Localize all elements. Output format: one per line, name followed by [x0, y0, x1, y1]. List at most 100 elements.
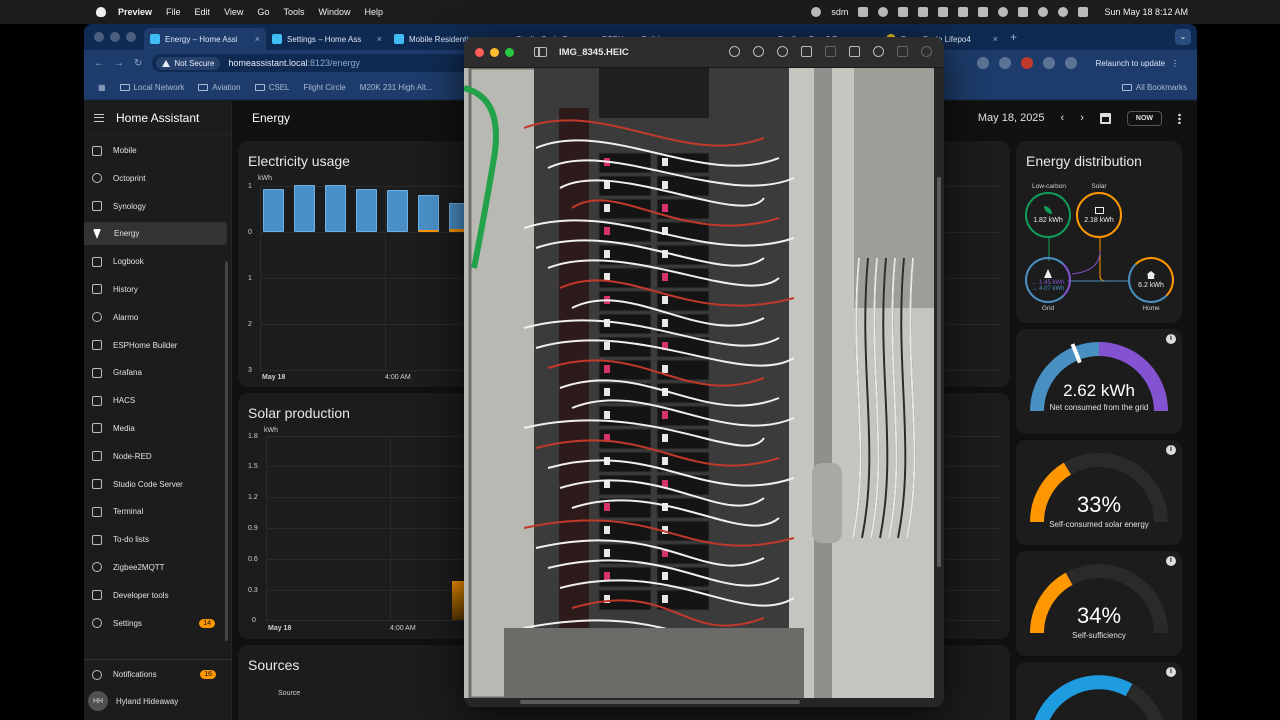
- menu-clock[interactable]: Sun May 18 8:12 AM: [1104, 7, 1188, 17]
- sidebar-item-synology[interactable]: Synology: [84, 195, 227, 218]
- minimize-window-button[interactable]: [490, 47, 499, 57]
- new-tab-button[interactable]: +: [1010, 30, 1017, 44]
- control-center-icon[interactable]: [1078, 7, 1089, 17]
- share-icon[interactable]: [801, 46, 812, 57]
- sidebar-item-to-do-lists[interactable]: To-do lists: [84, 528, 227, 551]
- low-carbon-node[interactable]: 1.82 kWh: [1025, 192, 1071, 238]
- sidebar-item-media[interactable]: Media: [84, 417, 227, 440]
- preview-horizontal-scrollbar[interactable]: [520, 700, 800, 704]
- tray-icon[interactable]: [898, 7, 909, 17]
- zoom-out-icon[interactable]: [753, 46, 764, 57]
- menu-go[interactable]: Go: [257, 7, 269, 17]
- forward-arrow-icon[interactable]: →: [114, 58, 124, 69]
- tray-icon[interactable]: [938, 7, 949, 17]
- relaunch-to-update-button[interactable]: Relaunch to update ⋮: [1088, 54, 1187, 72]
- sidebar-item-zigbee2mqtt[interactable]: Zigbee2MQTT: [84, 556, 227, 579]
- home-node[interactable]: 6.2 kWh: [1128, 257, 1174, 303]
- record-icon[interactable]: [811, 7, 822, 17]
- rotate-icon[interactable]: [849, 46, 860, 57]
- zoom-in-icon[interactable]: [777, 46, 788, 57]
- zoom-window-button[interactable]: [505, 47, 514, 57]
- tray-icon[interactable]: [918, 7, 929, 17]
- extension-icon[interactable]: [977, 57, 989, 69]
- preview-vertical-scrollbar[interactable]: [937, 177, 941, 567]
- chevron-left-icon[interactable]: ‹: [1061, 112, 1065, 124]
- bookmark-m20k[interactable]: M20K 231 High Alt...: [360, 83, 433, 92]
- apple-menu-icon[interactable]: [96, 7, 106, 17]
- wifi-icon[interactable]: [1038, 7, 1049, 17]
- tray-text[interactable]: sdm: [831, 7, 848, 17]
- tab-settings[interactable]: Settings – Home Ass ×: [266, 28, 388, 50]
- tray-icon[interactable]: [958, 7, 969, 17]
- close-window-button[interactable]: [475, 47, 484, 57]
- sidebar-item-octoprint[interactable]: Octoprint: [84, 167, 227, 190]
- address-bar[interactable]: Not Secure homeassistant.local:8123/ener…: [152, 54, 513, 72]
- bookmark-flight-circle[interactable]: Flight Circle: [303, 83, 345, 92]
- spotlight-search-icon[interactable]: [1058, 7, 1069, 17]
- close-window-button[interactable]: [94, 32, 104, 42]
- sidebar-item-mobile[interactable]: Mobile: [84, 139, 227, 162]
- menu-view[interactable]: View: [224, 7, 243, 17]
- sidebar-toggle-icon[interactable]: [534, 47, 547, 57]
- solar-node[interactable]: 2.18 kWh: [1076, 192, 1122, 238]
- zoom-window-button[interactable]: [126, 32, 136, 42]
- markup-icon[interactable]: [873, 46, 884, 57]
- close-tab-icon[interactable]: ×: [377, 34, 382, 44]
- usage-bar[interactable]: [356, 189, 377, 232]
- bookmark-aviation[interactable]: Aviation: [198, 83, 241, 92]
- security-chip[interactable]: Not Secure: [156, 56, 221, 70]
- menu-edit[interactable]: Edit: [195, 7, 211, 17]
- menu-tools[interactable]: Tools: [283, 7, 304, 17]
- now-button[interactable]: NOW: [1126, 110, 1162, 126]
- usage-bar[interactable]: [325, 185, 346, 232]
- menu-file[interactable]: File: [166, 7, 181, 17]
- solar-bar[interactable]: [452, 581, 464, 620]
- overflow-menu-icon[interactable]: [1178, 112, 1181, 124]
- info-icon[interactable]: [729, 46, 740, 57]
- usage-bar[interactable]: [387, 190, 408, 232]
- tray-icon[interactable]: [858, 7, 869, 17]
- apps-grid-icon[interactable]: ▦: [98, 83, 106, 92]
- sidebar-item-energy[interactable]: Energy: [84, 222, 227, 246]
- sidebar-item-logbook[interactable]: Logbook: [84, 250, 227, 273]
- date-label[interactable]: May 18, 2025: [978, 112, 1045, 124]
- sidebar-item-grafana[interactable]: Grafana: [84, 361, 227, 384]
- calendar-icon[interactable]: [1099, 112, 1111, 124]
- url-text[interactable]: homeassistant.local:8123/energy: [228, 58, 360, 68]
- menu-window[interactable]: Window: [318, 7, 350, 17]
- sidebar-item-esphome-builder[interactable]: ESPHome Builder: [84, 334, 227, 357]
- sidebar-scrollbar[interactable]: [225, 261, 228, 641]
- sidebar-item-node-red[interactable]: Node-RED: [84, 445, 227, 468]
- minimize-window-button[interactable]: [110, 32, 120, 42]
- extension-icon[interactable]: [1021, 57, 1033, 69]
- chatgpt-icon[interactable]: [878, 7, 889, 17]
- usage-bar[interactable]: [263, 189, 284, 232]
- bookmark-local-network[interactable]: Local Network: [119, 83, 184, 92]
- close-tab-icon[interactable]: ×: [255, 34, 260, 44]
- extension-icon[interactable]: [999, 57, 1011, 69]
- profile-avatar-icon[interactable]: [1065, 57, 1077, 69]
- menu-app-name[interactable]: Preview: [118, 7, 152, 17]
- bookmark-csel[interactable]: CSEL: [254, 83, 289, 92]
- sidebar-item-studio-code-server[interactable]: Studio Code Server: [84, 473, 227, 496]
- grid-node[interactable]: ← 1.45 kWh → 4.07 kWh: [1025, 257, 1071, 303]
- usage-bar[interactable]: [418, 195, 439, 232]
- reload-icon[interactable]: ↻: [134, 58, 142, 69]
- sidebar-item-history[interactable]: History: [84, 278, 227, 301]
- focus-moon-icon[interactable]: [998, 7, 1009, 17]
- usage-bar[interactable]: [294, 185, 315, 232]
- extensions-puzzle-icon[interactable]: [1043, 57, 1055, 69]
- all-bookmarks[interactable]: All Bookmarks: [1121, 83, 1187, 92]
- bluetooth-icon[interactable]: [978, 7, 989, 17]
- chevron-right-icon[interactable]: ›: [1080, 112, 1084, 124]
- tab-energy[interactable]: Energy – Home Assi ×: [144, 28, 266, 50]
- sidebar-item-alarmo[interactable]: Alarmo: [84, 306, 227, 329]
- sidebar-item-developer-tools[interactable]: Developer tools: [84, 584, 227, 607]
- sidebar-item-notifications[interactable]: Notifications 16: [84, 663, 228, 686]
- sidebar-item-terminal[interactable]: Terminal: [84, 500, 227, 523]
- battery-icon[interactable]: [1018, 7, 1029, 17]
- back-arrow-icon[interactable]: ←: [94, 58, 104, 69]
- sidebar-item-settings[interactable]: Settings 14: [84, 612, 227, 635]
- tab-search-chevron-icon[interactable]: ⌄: [1175, 29, 1191, 45]
- sidebar-item-hacs[interactable]: HACS: [84, 389, 227, 412]
